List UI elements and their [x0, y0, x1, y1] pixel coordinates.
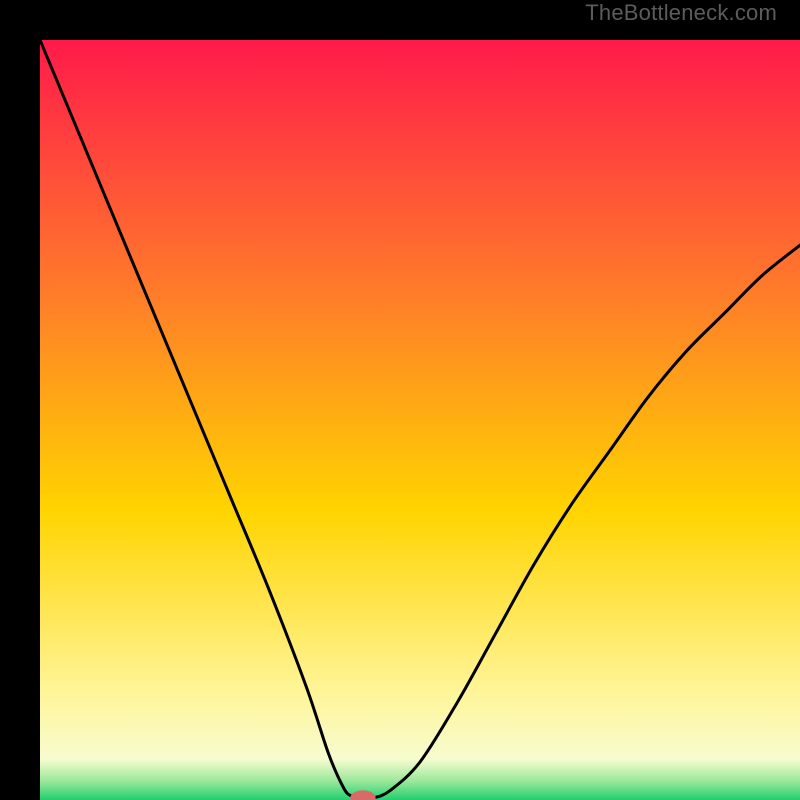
chart-frame [0, 0, 800, 800]
chart-background [40, 40, 800, 800]
plot-area [40, 40, 800, 800]
watermark-text: TheBottleneck.com [585, 0, 777, 26]
bottleneck-curve-chart [40, 40, 800, 800]
